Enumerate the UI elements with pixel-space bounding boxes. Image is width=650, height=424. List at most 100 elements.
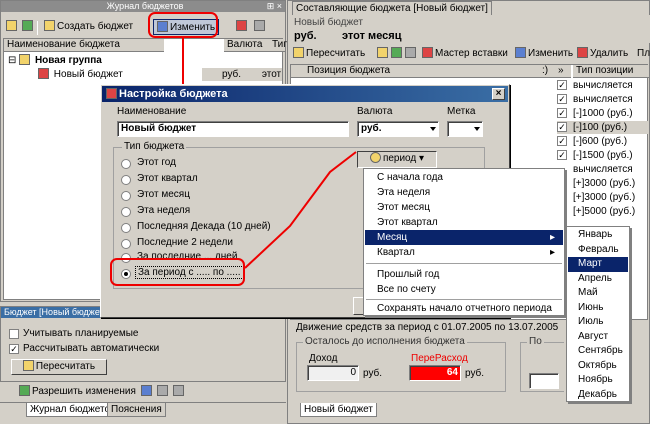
create-budget-button[interactable]: Создать бюджет <box>41 19 136 35</box>
remaining-group: Осталось до исполнения бюджета Доход 0 р… <box>296 336 506 392</box>
close-icon[interactable]: ⊞ × <box>267 1 282 12</box>
radio-last-decade[interactable] <box>121 223 131 233</box>
menu-item-all[interactable]: Все по счету <box>365 282 563 297</box>
column-name-header[interactable]: Наименование бюджета <box>4 39 164 52</box>
menu-item-quarter[interactable]: Квартал ▸ <box>365 245 563 260</box>
options-icon <box>173 385 184 396</box>
row-checkbox[interactable]: ✓ <box>557 136 567 146</box>
currency-select[interactable]: руб. <box>357 121 439 137</box>
month-item[interactable]: Ноябрь <box>568 373 628 388</box>
month-item[interactable]: Май <box>568 286 628 301</box>
table-row[interactable]: ✓ вычисляется <box>557 93 649 106</box>
auto-checkbox[interactable]: ✓ <box>9 344 19 354</box>
radio-this-month[interactable] <box>121 191 131 201</box>
month-item[interactable]: Январь <box>568 228 628 243</box>
editor-subtitle: Новый бюджет <box>294 17 363 28</box>
month-item[interactable]: Август <box>568 330 628 345</box>
collapse-icon[interactable]: ⊟ <box>8 55 16 66</box>
month-item-selected[interactable]: Март <box>568 257 628 272</box>
tab-new-budget[interactable]: Новый бюджет <box>300 403 377 417</box>
table-row[interactable]: [+]3000 (руб.) <box>557 177 649 190</box>
allow-changes-label: Разрешить изменения <box>32 386 136 397</box>
table-row[interactable]: ✓ вычисляется <box>557 79 649 92</box>
recalc-button[interactable]: Пересчитать <box>11 359 107 375</box>
month-item[interactable]: Июль <box>568 315 628 330</box>
menu-separator <box>366 263 562 264</box>
table-row[interactable]: ✓ [-]600 (руб.) <box>557 135 649 148</box>
table-row[interactable]: ✓ [-]1000 (руб.) <box>557 107 649 120</box>
marker-header[interactable]: :) <box>539 65 555 78</box>
row-checkbox[interactable]: ✓ <box>557 94 567 104</box>
table-row[interactable]: [+]3000 (руб.) <box>557 191 649 204</box>
insert-wizard-button[interactable]: Мастер вставки <box>419 46 511 62</box>
menu-item-this-quarter[interactable]: Этот квартал <box>365 215 563 230</box>
name-input[interactable]: Новый бюджет <box>117 121 349 137</box>
position-header[interactable]: Позиция бюджета <box>291 65 539 78</box>
overrun-label: ПереРасход <box>411 353 468 364</box>
insert-wizard-label: Мастер вставки <box>435 48 508 59</box>
income-field[interactable]: 0 <box>307 365 359 381</box>
globe-icon <box>369 152 381 163</box>
type-cell: вычисляется <box>573 94 633 105</box>
radio-label: Эта неделя <box>137 205 191 216</box>
submenu-arrow-icon: ▸ <box>549 247 555 258</box>
month-item[interactable]: Июнь <box>568 301 628 316</box>
menu-item-year-start[interactable]: С начала года <box>365 170 563 185</box>
mark-select[interactable] <box>447 121 483 137</box>
table-row[interactable]: ✓ [-]100 (руб.) <box>557 121 649 134</box>
allow-icon <box>19 385 30 396</box>
extra-field[interactable] <box>529 373 559 389</box>
column-type-header[interactable]: Тип <box>269 39 289 52</box>
editor-delete-button[interactable]: Удалить <box>574 46 631 62</box>
month-item[interactable]: Октябрь <box>568 359 628 374</box>
settings-button[interactable] <box>233 19 252 35</box>
radio-this-year[interactable] <box>121 159 131 169</box>
dialog-close-button[interactable]: × <box>492 88 505 100</box>
bottom-left-toolbar: Разрешить изменения <box>0 382 286 402</box>
plan-checkbox[interactable] <box>9 329 19 339</box>
editor-plan-button[interactable]: Пла <box>634 46 650 62</box>
radio-this-quarter[interactable] <box>121 175 131 185</box>
menu-item-this-week[interactable]: Эта неделя <box>365 185 563 200</box>
row-checkbox[interactable]: ✓ <box>557 108 567 118</box>
row-checkbox[interactable]: ✓ <box>557 150 567 160</box>
table-row[interactable]: [+]5000 (руб.) <box>557 205 649 218</box>
menu-item-this-month[interactable]: Этот месяц <box>365 200 563 215</box>
editor-edit-button[interactable]: Изменить <box>512 46 576 62</box>
more-button[interactable] <box>251 19 270 35</box>
journal-title: Журнал бюджетов <box>1 1 285 12</box>
column-currency-header[interactable]: Валюта <box>224 39 269 52</box>
tab-journal[interactable]: Журнал бюджетов <box>26 403 120 417</box>
tree-group-row[interactable]: ⊟ Новая группа <box>8 54 282 67</box>
row-checkbox[interactable]: ✓ <box>557 80 567 90</box>
menu-item-month[interactable]: Месяц ▸ <box>365 230 563 245</box>
month-item[interactable]: Сентябрь <box>568 344 628 359</box>
row-checkbox[interactable]: ✓ <box>557 122 567 132</box>
table-row[interactable]: вычисляется <box>557 163 649 176</box>
budget-type: этот <box>261 69 282 80</box>
name-label: Наименование <box>117 106 187 117</box>
menu-item-save-start[interactable]: Сохранять начало отчетного периода <box>365 301 563 316</box>
radio-this-week[interactable] <box>121 207 131 217</box>
month-item[interactable]: Декабрь <box>568 388 628 403</box>
month-item[interactable]: Февраль <box>568 243 628 258</box>
allow-changes-button[interactable]: Разрешить изменения <box>16 384 139 400</box>
radio-last-2-weeks[interactable] <box>121 239 131 249</box>
editor-delete-label: Удалить <box>590 48 629 59</box>
tree-button[interactable] <box>19 19 38 35</box>
period-button-label: период <box>382 153 417 164</box>
expand-header[interactable]: » <box>555 65 571 78</box>
overrun-value: 64 <box>446 367 458 378</box>
tab-notes[interactable]: Пояснения <box>107 403 166 417</box>
type-header[interactable]: Тип позиции <box>573 65 649 78</box>
month-item[interactable]: Апрель <box>568 272 628 287</box>
options-button[interactable] <box>170 384 189 400</box>
table-row[interactable]: ✓ [-]1500 (руб.) <box>557 149 649 162</box>
type-cell: [-]100 (руб.) <box>573 122 628 133</box>
menu-item-last-year[interactable]: Прошлый год <box>365 267 563 282</box>
tab-editor[interactable]: Составляющие бюджета [Новый бюджет] <box>292 1 492 15</box>
period-button[interactable]: период ▾ <box>357 151 437 168</box>
editor-recalc-button[interactable]: Пересчитать <box>290 46 368 62</box>
type-cell: вычисляется <box>573 80 633 91</box>
overrun-field[interactable]: 64 <box>409 365 461 381</box>
